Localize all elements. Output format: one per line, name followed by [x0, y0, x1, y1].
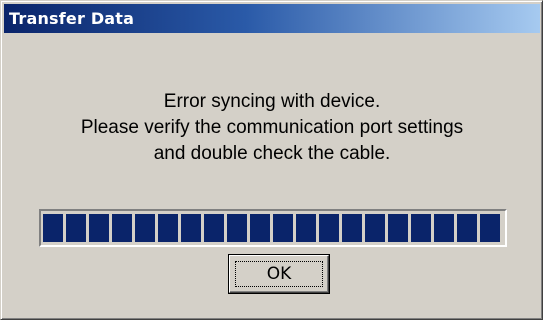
ok-button-label: OK: [266, 264, 292, 284]
progress-block: [273, 214, 293, 242]
progress-block: [66, 214, 86, 242]
error-message-line-3: and double check the cable.: [153, 143, 391, 164]
progress-bar: [39, 209, 507, 247]
progress-block: [457, 214, 477, 242]
progress-block: [388, 214, 408, 242]
progress-block: [296, 214, 316, 242]
progress-block: [411, 214, 431, 242]
progress-block: [434, 214, 454, 242]
progress-block: [181, 214, 201, 242]
title-bar[interactable]: Transfer Data: [4, 4, 540, 33]
error-message-line-1: Error syncing with device.: [163, 91, 381, 112]
progress-block: [480, 214, 500, 242]
error-message: Error syncing with device. Please verify…: [4, 89, 540, 167]
progress-block: [365, 214, 385, 242]
progress-block: [112, 214, 132, 242]
progress-block: [227, 214, 247, 242]
progress-block: [204, 214, 224, 242]
progress-block: [43, 214, 63, 242]
progress-block: [250, 214, 270, 242]
ok-button[interactable]: OK: [229, 255, 329, 293]
error-message-line-2: Please verify the communication port set…: [80, 117, 464, 138]
progress-block: [342, 214, 362, 242]
progress-block: [319, 214, 339, 242]
progress-block: [135, 214, 155, 242]
progress-block: [89, 214, 109, 242]
progress-block: [158, 214, 178, 242]
dialog-title: Transfer Data: [9, 9, 135, 28]
transfer-data-dialog: Transfer Data Error syncing with device.…: [0, 0, 543, 320]
